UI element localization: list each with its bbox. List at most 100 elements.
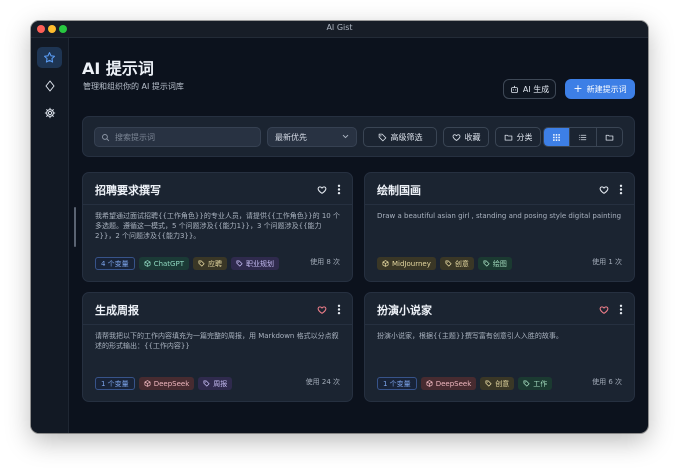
ai-generate-button[interactable]: AI 生成 xyxy=(503,79,556,99)
category-tag[interactable]: 周报 xyxy=(198,377,233,390)
favorite-heart-icon[interactable] xyxy=(599,305,609,315)
view-mode-toggle xyxy=(543,127,623,147)
usage-count: 使用 24 次 xyxy=(305,378,340,386)
variable-count-badge: 1 个变量 xyxy=(377,377,417,390)
tag-icon xyxy=(236,260,243,267)
cube-icon xyxy=(144,380,151,387)
advanced-filter-button[interactable]: 高级筛选 xyxy=(363,127,437,147)
model-badge-label: ChatGPT xyxy=(153,259,184,268)
diamond-icon xyxy=(45,80,54,91)
card-divider xyxy=(83,204,352,205)
cube-icon xyxy=(382,260,389,267)
prompt-card-tags: 1 个变量 DeepSeek 创意 工作 xyxy=(377,377,553,390)
tag-icon xyxy=(445,260,452,267)
more-options-icon[interactable] xyxy=(619,184,623,195)
folder-icon xyxy=(504,134,512,141)
category-filter-button[interactable]: 分类 xyxy=(495,127,541,147)
sort-select[interactable]: 最新优先 xyxy=(267,127,357,147)
prompt-card-body: 我希望通过面试招聘{{工作角色}}的专业人员，请提供{{工作角色}}的 10 个… xyxy=(95,212,340,240)
category-tag[interactable]: 职业规划 xyxy=(230,257,279,270)
card-divider xyxy=(365,324,634,325)
favorite-heart-icon[interactable] xyxy=(317,305,327,315)
card-divider xyxy=(83,324,352,325)
favorite-heart-icon[interactable] xyxy=(317,185,327,195)
more-options-icon[interactable] xyxy=(619,304,623,315)
tag-icon xyxy=(198,260,205,267)
category-tag-label: 绘图 xyxy=(492,259,507,268)
model-badge[interactable]: DeepSeek xyxy=(138,377,195,390)
prompt-card[interactable]: 招聘要求撰写我希望通过面试招聘{{工作角色}}的专业人员，请提供{{工作角色}}… xyxy=(82,172,353,282)
category-tag[interactable]: 工作 xyxy=(518,377,553,390)
prompt-card[interactable]: 生成周报请帮我把以下的工作内容填充为一篇完整的周报，用 Markdown 格式以… xyxy=(82,292,353,402)
variable-count-badge: 1 个变量 xyxy=(95,377,135,390)
sidebar-item-models[interactable] xyxy=(37,75,62,96)
category-tag[interactable]: 应聘 xyxy=(192,257,227,270)
more-options-icon[interactable] xyxy=(337,304,341,315)
folder-icon xyxy=(605,134,614,141)
filter-bar: 搜索提示词 最新优先 高级筛选 收藏 分类 xyxy=(82,116,635,157)
prompt-card[interactable]: 绘制国画 Draw a beautiful asian girl , standi… xyxy=(364,172,635,282)
category-tag-label: 创意 xyxy=(454,259,469,268)
tag-icon xyxy=(523,380,530,387)
tag-icon xyxy=(203,380,210,387)
model-badge-label: DeepSeek xyxy=(435,379,472,388)
grid-view-button[interactable] xyxy=(544,128,570,146)
chevron-down-icon xyxy=(342,134,349,139)
search-input[interactable]: 搜索提示词 xyxy=(94,127,261,147)
main-content: AI 提示词 管理和组织你的 AI 提示词库 AI 生成 + 新建提示词 搜索提… xyxy=(69,38,648,433)
category-tag-label: 创意 xyxy=(495,379,510,388)
list-view-button[interactable] xyxy=(569,128,595,146)
prompt-card-title: 生成周报 xyxy=(95,304,139,317)
model-badge[interactable]: ChatGPT xyxy=(138,257,189,270)
star-icon xyxy=(43,52,56,63)
search-icon xyxy=(102,133,110,141)
favorite-heart-icon[interactable] xyxy=(599,185,609,195)
category-tag[interactable]: 创意 xyxy=(480,377,515,390)
cube-icon xyxy=(426,380,433,387)
grid-icon xyxy=(553,133,561,141)
page-title: AI 提示词 xyxy=(82,59,154,78)
favorites-filter-button[interactable]: 收藏 xyxy=(443,127,489,147)
more-options-icon[interactable] xyxy=(337,184,341,195)
model-badge[interactable]: DeepSeek xyxy=(420,377,477,390)
category-tag-label: 工作 xyxy=(533,379,548,388)
new-prompt-button[interactable]: + 新建提示词 xyxy=(565,79,635,99)
sidebar-item-prompts[interactable] xyxy=(37,47,62,68)
gear-icon xyxy=(44,107,55,118)
category-tag[interactable]: 创意 xyxy=(439,257,474,270)
category-tag-label: 职业规划 xyxy=(245,259,274,268)
list-icon xyxy=(579,134,587,140)
heart-icon xyxy=(452,133,460,141)
category-tag-label: 应聘 xyxy=(207,259,222,268)
search-placeholder: 搜索提示词 xyxy=(115,132,155,142)
model-badge-label: MidJourney xyxy=(392,259,431,268)
prompt-card[interactable]: 扮演小说家 扮演小说家，根据{{主题}}撰写富有创意引人入胜的故事。 1 个变量 De… xyxy=(364,292,635,402)
card-divider xyxy=(365,204,634,205)
favorites-filter-label: 收藏 xyxy=(464,132,481,142)
sidebar xyxy=(31,38,69,433)
model-badge-label: DeepSeek xyxy=(153,379,190,388)
usage-count: 使用 8 次 xyxy=(310,258,340,266)
prompt-card-tags: 1 个变量 DeepSeek 周报 xyxy=(95,377,233,390)
prompt-card-body: Draw a beautiful asian girl , standing a… xyxy=(377,212,622,220)
model-badge[interactable]: MidJourney xyxy=(377,257,436,270)
prompt-card-tags: MidJourney 创意 绘图 xyxy=(377,257,512,270)
category-tag[interactable]: 绘图 xyxy=(477,257,512,270)
folder-view-button[interactable] xyxy=(595,128,622,146)
prompt-card-tags: 4 个变量 ChatGPT 应聘 职业规划 xyxy=(95,257,279,270)
page-subtitle: 管理和组织你的 AI 提示词库 xyxy=(83,82,184,91)
prompt-card-title: 招聘要求撰写 xyxy=(95,184,161,197)
robot-icon xyxy=(510,85,518,93)
prompt-card-title: 绘制国画 xyxy=(377,184,421,197)
prompt-card-body: 请帮我把以下的工作内容填充为一篇完整的周报，用 Markdown 格式以分点叙述… xyxy=(95,332,339,350)
sidebar-item-settings[interactable] xyxy=(37,102,62,123)
title-bar: AI Gist xyxy=(31,21,648,38)
window-title: AI Gist xyxy=(326,23,353,32)
cube-icon xyxy=(144,260,151,267)
app-window: AI Gist AI 提示词 管理和组织你的 AI 提示词库 AI 生成 + 新… xyxy=(31,21,648,433)
prompt-card-title: 扮演小说家 xyxy=(377,304,432,317)
new-prompt-label: 新建提示词 xyxy=(586,84,627,94)
ai-generate-label: AI 生成 xyxy=(522,84,550,94)
usage-count: 使用 1 次 xyxy=(592,258,622,266)
tag-icon xyxy=(483,260,490,267)
